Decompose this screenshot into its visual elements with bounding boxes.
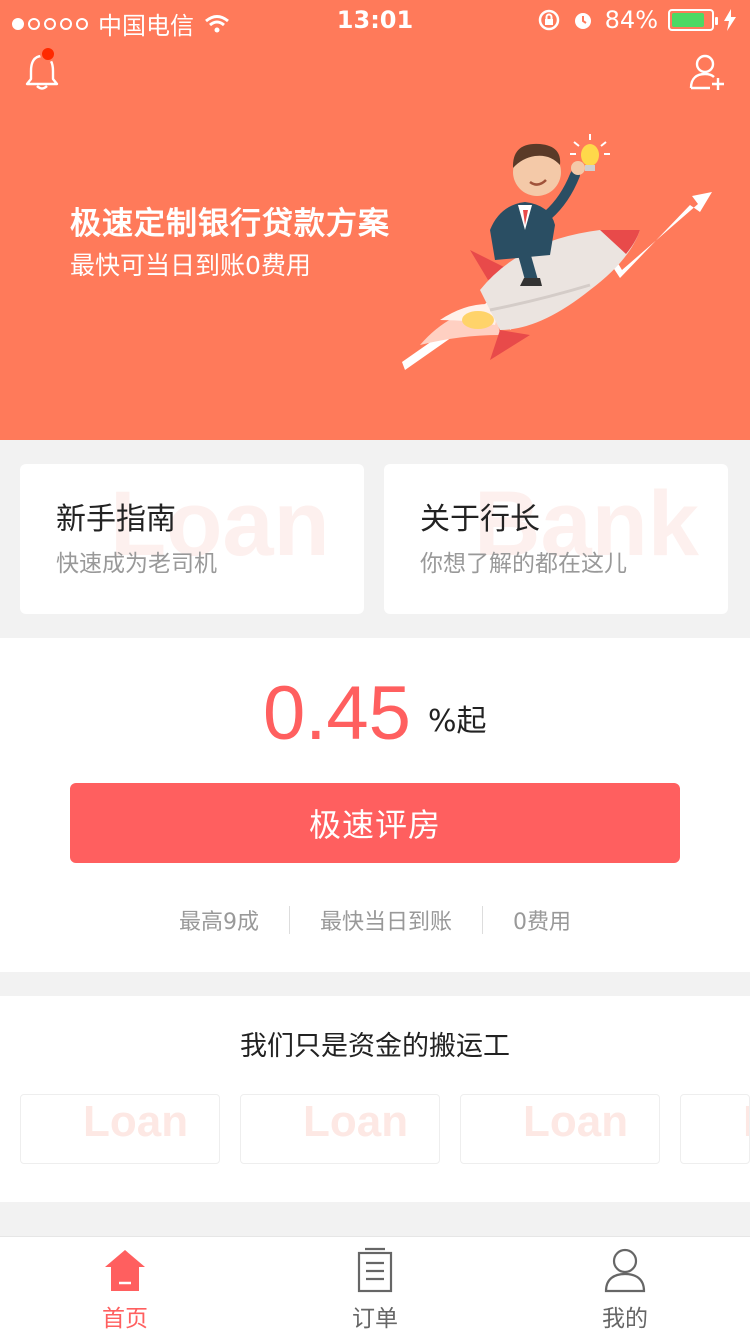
alarm-icon — [574, 13, 591, 29]
charging-icon — [724, 9, 736, 31]
partner-logo-text: Loan — [83, 1097, 189, 1146]
interest-rate-unit: %起 — [428, 704, 487, 739]
partner-logo-text: Loan — [523, 1097, 629, 1146]
guide-card-newbie[interactable]: Loan 新手指南 快速成为老司机 — [20, 464, 364, 614]
quick-appraisal-button[interactable]: 极速评房 — [70, 783, 680, 863]
battery-icon — [668, 9, 718, 31]
partner-logo[interactable]: Loan — [460, 1094, 660, 1164]
card-subtitle: 快速成为老司机 — [56, 551, 217, 577]
feature-item: 0费用 — [513, 910, 571, 935]
home-icon — [105, 1250, 145, 1291]
tab-label: 我的 — [602, 1306, 648, 1332]
status-right: 84% — [537, 6, 736, 34]
partner-logo[interactable]: Loan — [20, 1094, 220, 1164]
add-user-icon[interactable] — [688, 52, 728, 92]
feature-item: 最高9成 — [178, 910, 259, 935]
card-title: 新手指南 — [56, 502, 176, 537]
hero-subtitle: 最快可当日到账0费用 — [70, 251, 311, 280]
guide-card-about[interactable]: Bank 关于行长 你想了解的都在这儿 — [384, 464, 728, 614]
notification-badge — [40, 46, 56, 62]
partner-logo-text: Loan — [303, 1097, 409, 1146]
tab-orders[interactable]: 订单 — [250, 1237, 500, 1334]
rotation-lock-icon — [538, 9, 559, 31]
battery-level — [672, 13, 704, 27]
tab-label: 订单 — [352, 1306, 398, 1332]
user-icon — [604, 1248, 646, 1293]
order-list-icon — [357, 1247, 393, 1293]
feature-list: 最高9成 最快当日到账 0费用 — [0, 900, 750, 940]
tab-label: 首页 — [102, 1306, 148, 1332]
partner-logo-text: Loan — [743, 1097, 749, 1147]
bottom-tab-bar: 首页 订单 我的 — [0, 1236, 750, 1334]
status-bar: 中国电信 13:01 84% — [0, 0, 750, 40]
guide-cards: Loan 新手指南 快速成为老司机 Bank 关于行长 你想了解的都在这儿 — [0, 440, 750, 638]
partners-section: 我们只是资金的搬运工 Loan Loan Loan Loan — [0, 996, 750, 1202]
hero-title: 极速定制银行贷款方案 — [70, 206, 390, 242]
hero-banner: 中国电信 13:01 84% 极速定制银行贷款方案 最快可当日到账0费用 — [0, 0, 750, 440]
rocket-businessman-illustration — [402, 134, 712, 370]
card-subtitle: 你想了解的都在这儿 — [420, 551, 627, 577]
tab-home[interactable]: 首页 — [0, 1237, 250, 1334]
partner-logo[interactable]: Loan — [240, 1094, 440, 1164]
interest-rate-value: 0.45 — [263, 671, 411, 756]
partner-logo[interactable]: Loan — [680, 1094, 750, 1164]
rate-section: 0.45 %起 极速评房 最高9成 最快当日到账 0费用 — [0, 638, 750, 972]
card-title: 关于行长 — [420, 502, 540, 537]
feature-item: 最快当日到账 — [319, 910, 452, 935]
tab-me[interactable]: 我的 — [500, 1237, 750, 1334]
battery-percent: 84% — [604, 6, 658, 34]
partners-title: 我们只是资金的搬运工 — [240, 1031, 510, 1062]
